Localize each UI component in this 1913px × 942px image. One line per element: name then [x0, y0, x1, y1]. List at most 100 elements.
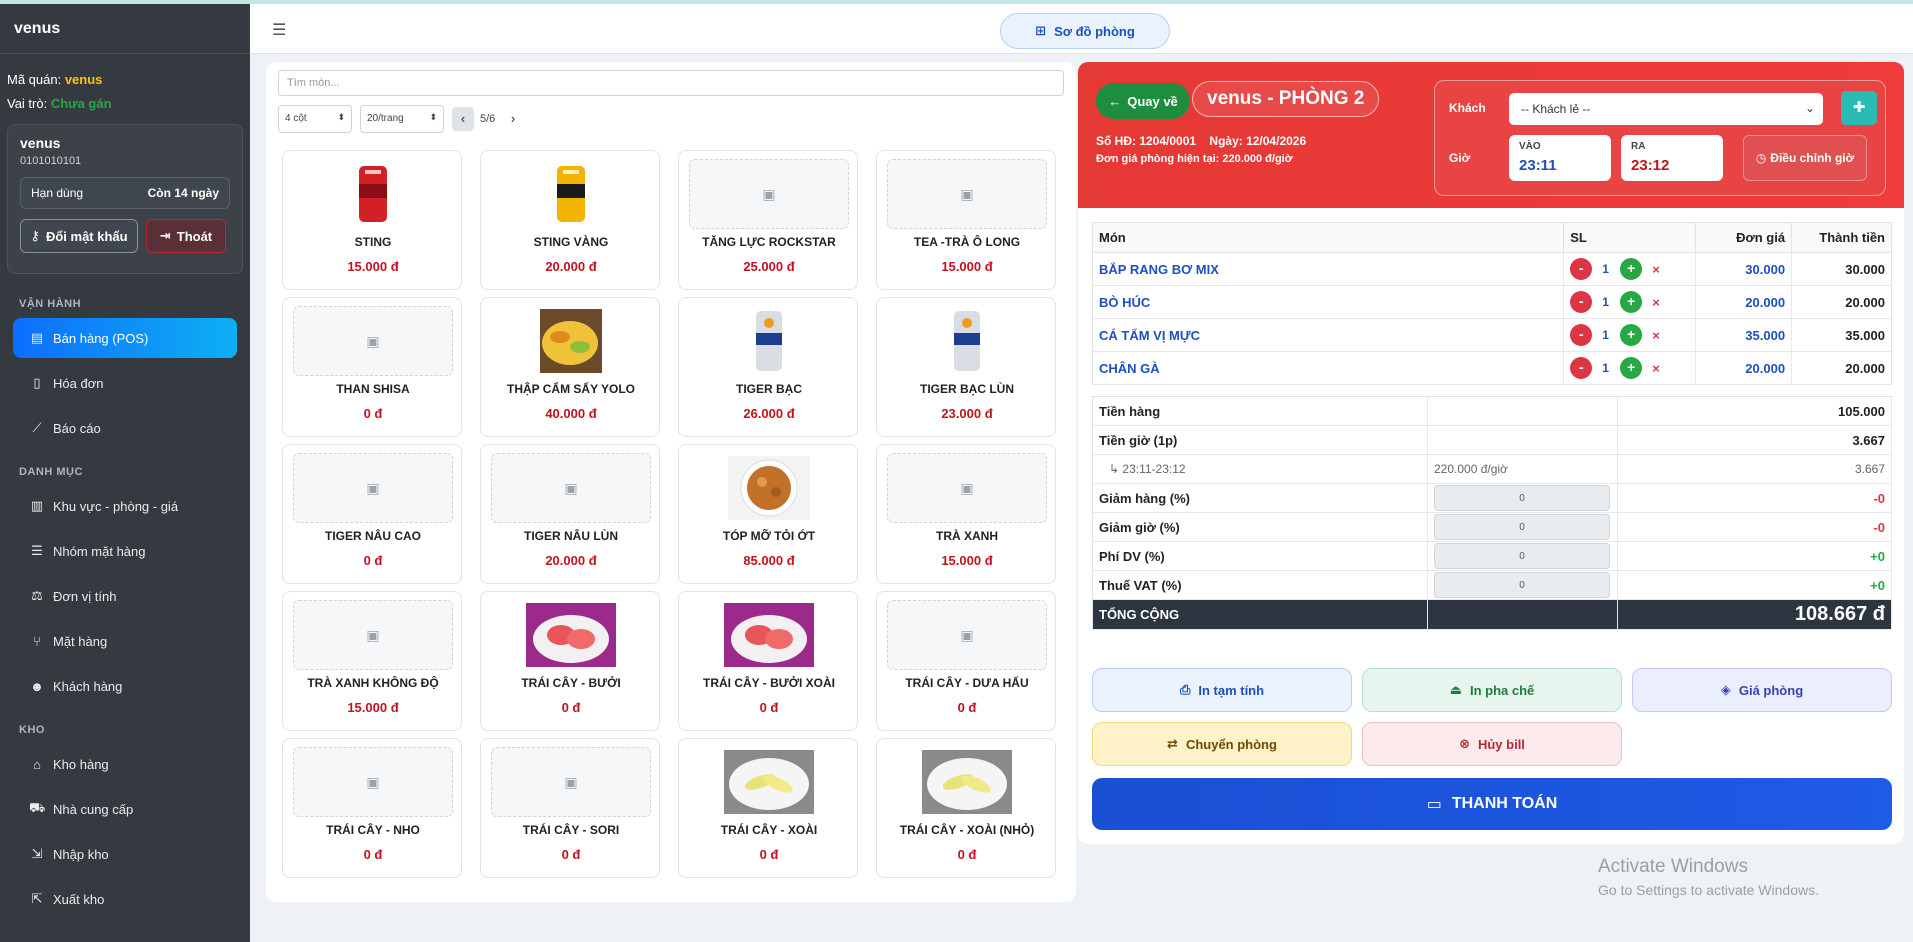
nav-item-pos[interactable]: ▤ Bán hàng (POS)	[13, 318, 237, 358]
increase-qty-button[interactable]: +	[1620, 258, 1643, 280]
vat-input[interactable]: 0	[1434, 572, 1610, 598]
nav-item-units[interactable]: ⚖ Đơn vị tính	[13, 576, 237, 616]
product-card[interactable]: TRÁI CÂY - XOÀI (NHỎ) 0 đ	[876, 738, 1056, 878]
columns-select[interactable]: 4 cột ⬍	[278, 105, 352, 133]
order-item-name[interactable]: BẮP RANG BƠ MIX	[1092, 252, 1565, 286]
summary-value: +0	[1617, 570, 1892, 600]
nav-item-suppliers[interactable]: ⛟ Nhà cung cấp	[13, 789, 237, 829]
move-room-button[interactable]: ⇄ Chuyển phòng	[1092, 722, 1352, 766]
summary-label: Giảm hàng (%)	[1092, 483, 1428, 513]
per-page-select[interactable]: 20/trang ⬍	[360, 105, 444, 133]
discount-time-input[interactable]: 0	[1434, 514, 1610, 540]
top-bar: ☰ ⊞ Sơ đồ phòng	[250, 4, 1913, 54]
customer-select[interactable]: -- Khách lẻ -- ⌄	[1509, 93, 1823, 125]
order-item-name[interactable]: CHÂN GÀ	[1092, 351, 1565, 385]
product-card[interactable]: STING VÀNG 20.000 đ	[480, 150, 660, 290]
decrease-qty-button[interactable]: -	[1570, 258, 1593, 280]
menu-toggle-icon[interactable]: ☰	[272, 20, 286, 40]
product-search-input[interactable]: Tìm món...	[278, 70, 1064, 96]
order-item-name[interactable]: CÁ TẨM VỊ MỰC	[1092, 318, 1565, 352]
print-temp-button[interactable]: ⎙ In tạm tính	[1092, 668, 1352, 712]
increase-qty-button[interactable]: +	[1620, 291, 1643, 313]
room-map-button[interactable]: ⊞ Sơ đồ phòng	[1000, 13, 1170, 49]
product-image	[491, 306, 651, 376]
nav-item-item-groups[interactable]: ☰ Nhóm mặt hàng	[13, 531, 237, 571]
product-card[interactable]: ▣ TEA -TRÀ Ô LONG 15.000 đ	[876, 150, 1056, 290]
next-page-button[interactable]: ›	[502, 107, 524, 131]
product-price: 40.000 đ	[545, 406, 597, 421]
product-price: 0 đ	[957, 700, 977, 715]
adjust-time-button[interactable]: ◷ Điều chỉnh giờ	[1743, 135, 1867, 181]
product-price: 0 đ	[759, 847, 779, 862]
col-price: Đơn giá	[1695, 222, 1793, 253]
product-card[interactable]: TRÁI CÂY - BƯỞI 0 đ	[480, 591, 660, 731]
decrease-qty-button[interactable]: -	[1570, 291, 1593, 313]
service-fee-input[interactable]: 0	[1434, 543, 1610, 569]
product-card[interactable]: ▣ TIGER NÂU LÙN 20.000 đ	[480, 444, 660, 584]
back-button[interactable]: ← Quay về	[1096, 83, 1190, 119]
account-code: 0101010101	[20, 155, 82, 167]
add-customer-button[interactable]: ✚	[1841, 91, 1877, 125]
product-card[interactable]: ▣ TRÀ XANH 15.000 đ	[876, 444, 1056, 584]
nav-item-stock-out[interactable]: ⇱ Xuất kho	[13, 879, 237, 919]
product-card[interactable]: ▣ TRÁI CÂY - DƯA HẤU 0 đ	[876, 591, 1056, 731]
increase-qty-button[interactable]: +	[1620, 357, 1643, 379]
product-price: 25.000 đ	[743, 259, 795, 274]
product-card[interactable]: ▣ TRÀ XANH KHÔNG ĐỘ 15.000 đ	[282, 591, 462, 731]
per-page-select-value: 20/trang	[367, 113, 404, 124]
product-card[interactable]: TRÁI CÂY - BƯỞI XOÀI 0 đ	[678, 591, 858, 731]
room-price-button[interactable]: ◈ Giá phòng	[1632, 668, 1892, 712]
image-placeholder-icon: ▣	[491, 453, 651, 523]
product-card[interactable]: TÓP MỠ TỎI ỚT 85.000 đ	[678, 444, 858, 584]
product-card[interactable]: STING 15.000 đ	[282, 150, 462, 290]
order-unit-price: 35.000	[1695, 318, 1793, 352]
order-panel: ← Quay về venus - PHÒNG 2 Số HĐ: 1204/00…	[1078, 62, 1904, 844]
cancel-bill-button[interactable]: ⊗ Hủy bill	[1362, 722, 1622, 766]
order-item-name[interactable]: BÒ HÚC	[1092, 285, 1565, 319]
product-card[interactable]: ▣ TRÁI CÂY - SORI 0 đ	[480, 738, 660, 878]
product-card[interactable]: THẬP CẨM SẤY YOLO 40.000 đ	[480, 297, 660, 437]
section-title: KHO	[19, 724, 45, 736]
remove-line-icon[interactable]: ×	[1652, 295, 1660, 310]
discount-goods-input[interactable]: 0	[1434, 485, 1610, 511]
remove-line-icon[interactable]: ×	[1652, 361, 1660, 376]
product-card[interactable]: ▣ TRÁI CÂY - NHO 0 đ	[282, 738, 462, 878]
summary-detail-rate: 220.000 đ/giờ	[1427, 454, 1618, 484]
prev-page-button[interactable]: ‹	[452, 107, 474, 131]
customer-time-box: Khách -- Khách lẻ -- ⌄ ✚ Giờ VÀO 23:11 R…	[1434, 80, 1886, 196]
product-image	[491, 600, 651, 670]
product-name: TRÁI CÂY - SORI	[522, 823, 620, 837]
time-in-field[interactable]: VÀO 23:11	[1509, 135, 1611, 181]
bell-concierge-icon: ⏏	[1449, 682, 1462, 697]
product-price: 20.000 đ	[545, 553, 597, 568]
decrease-qty-button[interactable]: -	[1570, 357, 1593, 379]
decrease-qty-button[interactable]: -	[1570, 324, 1593, 346]
nav-item-reports[interactable]: ⟋ Báo cáo	[13, 408, 237, 448]
expiry-label: Hạn dùng	[31, 186, 84, 200]
nav-item-areas[interactable]: ▥ Khu vực - phòng - giá	[13, 486, 237, 526]
print-bar-label: In pha chế	[1470, 682, 1535, 698]
print-bar-button[interactable]: ⏏ In pha chế	[1362, 668, 1622, 712]
remove-line-icon[interactable]: ×	[1652, 262, 1660, 277]
product-price: 0 đ	[759, 700, 779, 715]
nav-item-products[interactable]: ⑂ Mặt hàng	[13, 621, 237, 661]
nav-item-invoices[interactable]: ▯ Hóa đơn	[13, 363, 237, 403]
change-password-button[interactable]: ⚷ Đổi mật khẩu	[20, 219, 138, 253]
order-line-total: 20.000	[1791, 285, 1892, 319]
remove-line-icon[interactable]: ×	[1652, 328, 1660, 343]
product-card[interactable]: ▣ TĂNG LỰC ROCKSTAR 25.000 đ	[678, 150, 858, 290]
time-out-field[interactable]: RA 23:12	[1621, 135, 1723, 181]
product-card[interactable]: ▣ THAN SHISA 0 đ	[282, 297, 462, 437]
product-card[interactable]: TIGER BẠC 26.000 đ	[678, 297, 858, 437]
product-card[interactable]: TIGER BẠC LÙN 23.000 đ	[876, 297, 1056, 437]
nav-item-warehouse[interactable]: ⌂ Kho hàng	[13, 744, 237, 784]
order-line-row: BÒ HÚC -1 + × 20.000 20.000	[1092, 285, 1892, 319]
logout-button[interactable]: ⇥ Thoát	[146, 219, 226, 253]
product-card[interactable]: TRÁI CÂY - XOÀI 0 đ	[678, 738, 858, 878]
pay-button[interactable]: ▭ THANH TOÁN	[1092, 778, 1892, 830]
increase-qty-button[interactable]: +	[1620, 324, 1643, 346]
product-name: TRÁI CÂY - DƯA HẤU	[905, 676, 1029, 690]
nav-item-customers[interactable]: ☻ Khách hàng	[13, 666, 237, 706]
product-card[interactable]: ▣ TIGER NÂU CAO 0 đ	[282, 444, 462, 584]
nav-item-stock-in[interactable]: ⇲ Nhập kho	[13, 834, 237, 874]
